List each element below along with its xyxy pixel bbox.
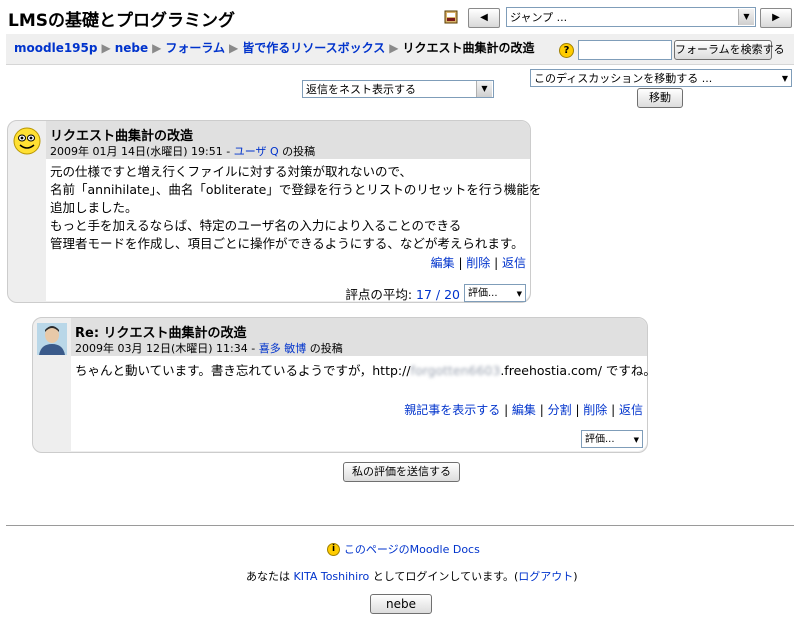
footer-divider	[6, 525, 794, 526]
move-discussion-select[interactable]: このディスカッションを移動する ... ▼	[530, 69, 792, 87]
logout-link[interactable]: ログアウト	[518, 570, 573, 583]
post-suffix: の投稿	[278, 145, 316, 158]
login-middle: としてログインしています。(	[369, 570, 519, 583]
edit-link[interactable]: 編集	[512, 403, 536, 417]
post-line: 元の仕様ですと増え行くファイルに対する対策が取れないので、	[50, 164, 413, 179]
breadcrumb-separator: ▶	[389, 41, 399, 55]
forum-search-input[interactable]	[578, 40, 672, 60]
chevron-down-icon: ▼	[738, 9, 754, 25]
post-content-suffix: .freehostia.com/ ですね。	[500, 363, 656, 378]
post-author-link[interactable]: ユーザ Q	[234, 145, 279, 158]
reply-link[interactable]: 返信	[502, 256, 526, 270]
login-info: あなたは KITA Toshihiro としてログインしています。(ログアウト)	[246, 568, 578, 584]
moodle-docs-link[interactable]: このページのMoodle Docs	[344, 543, 480, 556]
post-content-blurred: forgotten6603	[410, 363, 501, 378]
login-prefix: あなたは	[246, 570, 294, 583]
rate-select-value: 評価...	[468, 288, 498, 299]
moodle-docs: i このページのMoodle Docs	[327, 541, 480, 557]
move-button[interactable]: 移動	[637, 88, 683, 108]
chevron-down-icon: ▼	[781, 74, 788, 83]
post-line: 管理者モードを作成し、項目ごとに操作ができるようにする、などが考えられます。	[50, 236, 524, 251]
post-content: 元の仕様ですと増え行くファイルに対する対策が取れないので、 名前「annihil…	[50, 163, 541, 253]
post-suffix: の投稿	[306, 342, 343, 355]
post-date: 2009年 03月 12日(木曜日) 11:34 -	[75, 342, 259, 355]
update-icon[interactable]	[444, 10, 458, 24]
breadcrumb-home[interactable]: moodle195p	[14, 41, 97, 55]
rating-value-link[interactable]: 17 / 20	[416, 287, 460, 302]
chevron-down-icon: ▼	[633, 436, 639, 444]
next-button[interactable]: ▶	[760, 8, 792, 28]
post-content: ちゃんと動いています。書き忘れているようですが，http://forgotten…	[75, 362, 656, 380]
jump-select[interactable]: ジャンプ ... ▼	[506, 7, 756, 27]
post-commands: 親記事を表示する | 編集 | 分割 | 削除 | 返信	[404, 403, 643, 417]
submit-ratings-button[interactable]: 私の評価を送信する	[343, 462, 460, 482]
post-author-link[interactable]: 喜多 敏博	[259, 342, 307, 355]
split-link[interactable]: 分割	[548, 403, 572, 417]
breadcrumb-course[interactable]: nebe	[115, 41, 148, 55]
display-mode-select[interactable]: 返信をネスト表示する ▼	[302, 80, 494, 98]
rate-select[interactable]: 評価... ▼	[464, 284, 526, 302]
course-home-button[interactable]: nebe	[370, 594, 432, 614]
post-commands: 編集 | 削除 | 返信	[430, 256, 526, 270]
breadcrumb-current: リクエスト曲集計の改造	[402, 41, 535, 55]
user-link[interactable]: KITA Toshihiro	[294, 570, 370, 583]
reply-link[interactable]: 返信	[619, 403, 643, 417]
breadcrumb-separator: ▶	[101, 41, 111, 55]
post-meta: 2009年 03月 12日(木曜日) 11:34 - 喜多 敏博 の投稿	[75, 340, 343, 356]
info-icon: i	[327, 543, 340, 556]
post-line: 追加しました。	[50, 200, 138, 215]
avatar-photo-icon[interactable]	[37, 323, 67, 355]
move-discussion-value: このディスカッションを移動する ...	[534, 72, 713, 85]
post-line: もっと手を加えるならば、特定のユーザ名の入力により入ることのできる	[50, 218, 462, 233]
forum-search-button[interactable]: フォーラムを検索する	[674, 40, 785, 60]
login-end: )	[573, 570, 578, 583]
show-parent-link[interactable]: 親記事を表示する	[404, 403, 500, 417]
breadcrumb-forum[interactable]: 皆で作るリソースボックス	[242, 41, 385, 55]
forum-post-reply: Re: リクエスト曲集計の改造 2009年 03月 12日(木曜日) 11:34…	[32, 317, 656, 453]
post-subject: Re: リクエスト曲集計の改造	[75, 326, 247, 341]
jump-select-value: ジャンプ ...	[510, 11, 568, 24]
post-line: 名前「annihilate」、曲名「obliterate」で登録を行うとリストの…	[50, 182, 542, 197]
breadcrumb-separator: ▶	[229, 41, 239, 55]
rating-average: 評点の平均: 17 / 20	[345, 284, 460, 303]
prev-button[interactable]: ◀	[468, 8, 500, 28]
breadcrumb-forums[interactable]: フォーラム	[165, 41, 225, 55]
help-icon[interactable]: ?	[559, 43, 574, 58]
site-title: LMSの基礎とプログラミング	[8, 11, 235, 31]
post-meta: 2009年 01月 14日(水曜日) 19:51 - ユーザ Q の投稿	[50, 143, 315, 159]
chevron-down-icon: ▼	[476, 81, 492, 97]
breadcrumb-separator: ▶	[152, 41, 162, 55]
chevron-down-icon: ▼	[516, 290, 522, 298]
delete-link[interactable]: 削除	[466, 256, 490, 270]
forum-post: リクエスト曲集計の改造 2009年 01月 14日(水曜日) 19:51 - ユ…	[7, 120, 541, 303]
post-content-prefix: ちゃんと動いています。書き忘れているようですが，http://	[75, 363, 411, 378]
breadcrumb: moodle195p ▶ nebe ▶ フォーラム ▶ 皆で作るリソースボックス ▶ リクエスト…	[14, 39, 535, 56]
avatar-smiley-icon[interactable]	[12, 126, 42, 156]
post-subject: リクエスト曲集計の改造	[50, 129, 194, 144]
rate-select-value: 評価...	[585, 434, 615, 445]
rating-label: 評点の平均:	[345, 287, 417, 302]
post-date: 2009年 01月 14日(水曜日) 19:51 -	[50, 145, 234, 158]
delete-link[interactable]: 削除	[583, 403, 607, 417]
display-mode-value: 返信をネスト表示する	[306, 83, 416, 96]
edit-link[interactable]: 編集	[431, 256, 455, 270]
rate-select[interactable]: 評価... ▼	[581, 430, 643, 448]
